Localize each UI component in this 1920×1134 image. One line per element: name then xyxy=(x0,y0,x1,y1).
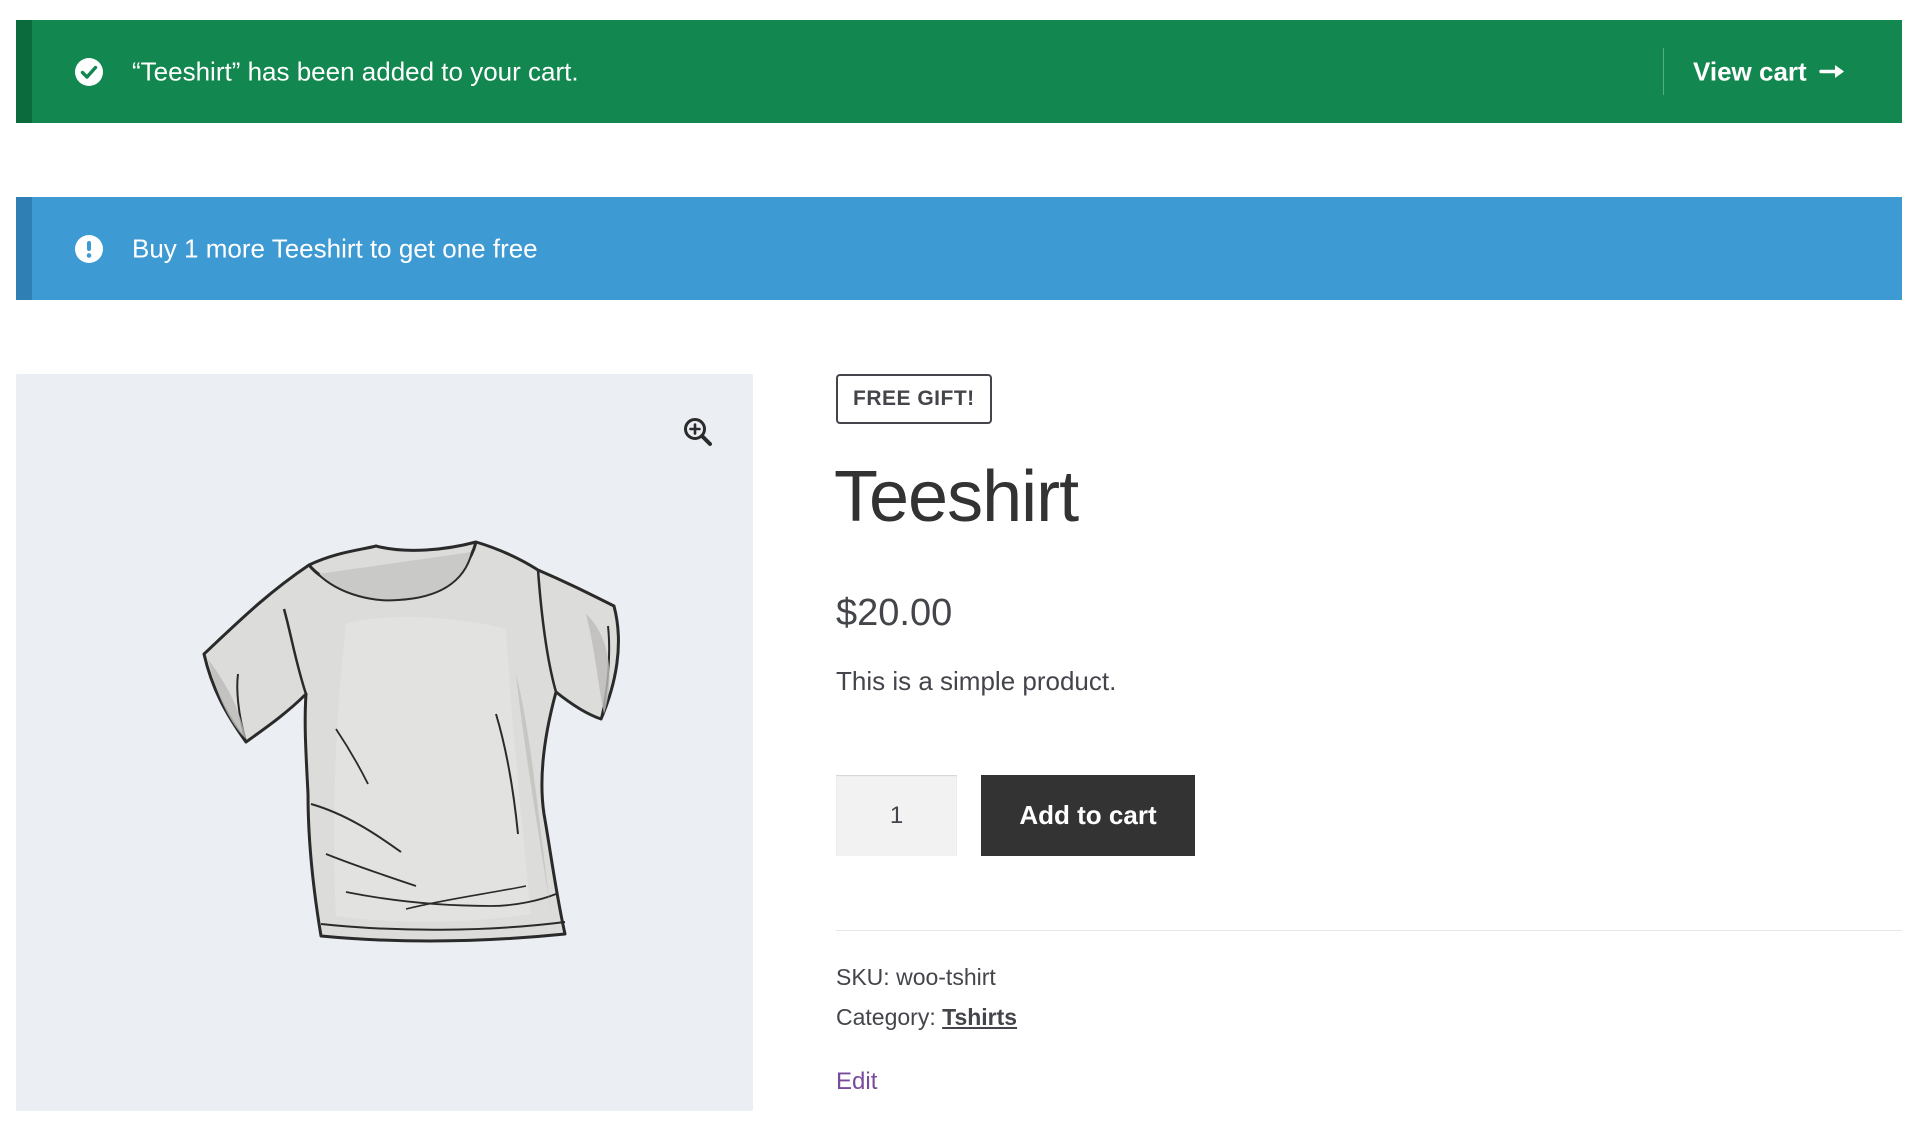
zoom-in-icon[interactable] xyxy=(682,416,714,448)
exclamation-circle-icon xyxy=(75,234,103,263)
promo-info-notice: Buy 1 more Teeshirt to get one free xyxy=(16,197,1902,300)
product-gallery xyxy=(16,374,753,1111)
view-cart-link[interactable]: View cart xyxy=(1693,56,1847,87)
view-cart-label[interactable]: View cart xyxy=(1693,56,1807,87)
notice-divider xyxy=(1663,48,1664,95)
check-circle-icon xyxy=(75,57,103,86)
category-label: Category: xyxy=(836,1004,936,1030)
cart-success-notice: “Teeshirt” has been added to your cart. … xyxy=(16,20,1902,123)
product-category: Category: Tshirts xyxy=(836,1004,1017,1031)
add-to-cart-button[interactable]: Add to cart xyxy=(981,775,1195,856)
edit-link[interactable]: Edit xyxy=(836,1068,877,1096)
product-sku: SKU: woo-tshirt xyxy=(836,964,996,991)
notice-accent-stripe xyxy=(16,20,32,123)
sku-value: woo-tshirt xyxy=(896,964,996,990)
zoom-button[interactable] xyxy=(669,403,727,461)
meta-divider xyxy=(836,930,1902,931)
free-gift-badge: FREE GIFT! xyxy=(836,374,992,424)
product-price: $20.00 xyxy=(836,592,953,634)
product-title: Teeshirt xyxy=(834,457,1079,537)
tshirt-image xyxy=(202,540,620,943)
arrow-right-icon xyxy=(1819,65,1844,78)
promo-info-message: Buy 1 more Teeshirt to get one free xyxy=(132,233,538,263)
category-link[interactable]: Tshirts xyxy=(942,1004,1017,1030)
cart-success-message: “Teeshirt” has been added to your cart. xyxy=(132,56,579,86)
notice-accent-stripe xyxy=(16,197,32,300)
quantity-input[interactable] xyxy=(836,775,957,856)
product-description: This is a simple product. xyxy=(836,666,1117,696)
sku-label: SKU: xyxy=(836,964,890,990)
